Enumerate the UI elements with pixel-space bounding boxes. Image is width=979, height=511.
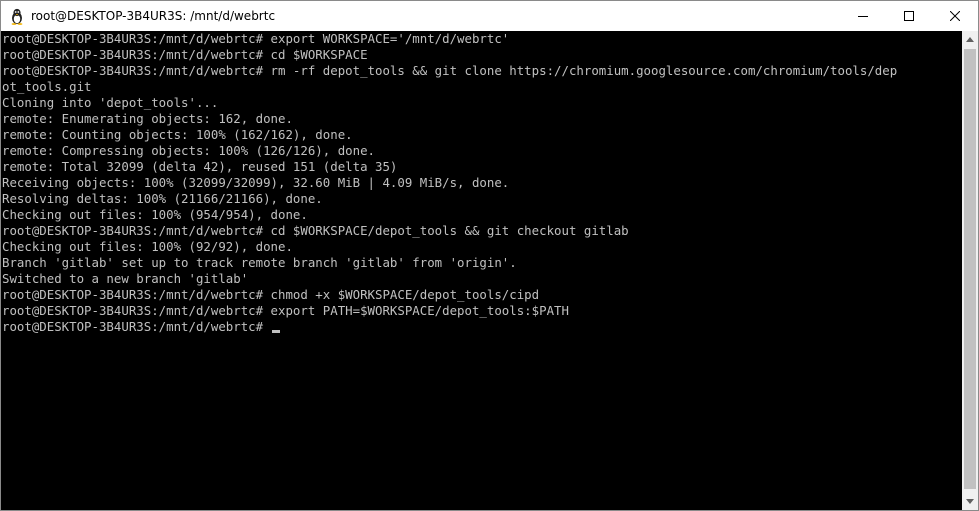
window-title: root@DESKTOP-3B4UR3S: /mnt/d/webrtc (31, 9, 276, 23)
chevron-up-icon (966, 37, 974, 42)
maximize-icon (904, 11, 914, 21)
minimize-button[interactable] (840, 1, 886, 31)
terminal-line: remote: Total 32099 (delta 42), reused 1… (2, 159, 398, 174)
maximize-button[interactable] (886, 1, 932, 31)
terminal-line: root@DESKTOP-3B4UR3S:/mnt/d/webrtc# rm -… (2, 63, 898, 78)
terminal-line: Checking out files: 100% (92/92), done. (2, 239, 293, 254)
terminal-line: Branch 'gitlab' set up to track remote b… (2, 255, 517, 270)
terminal-line: Switched to a new branch 'gitlab' (2, 271, 249, 286)
scroll-thumb[interactable] (964, 49, 976, 489)
current-prompt: root@DESKTOP-3B4UR3S:/mnt/d/webrtc# (2, 319, 271, 334)
terminal-line: root@DESKTOP-3B4UR3S:/mnt/d/webrtc# expo… (2, 303, 569, 318)
title-bar[interactable]: root@DESKTOP-3B4UR3S: /mnt/d/webrtc (1, 1, 978, 31)
terminal-line: Checking out files: 100% (954/954), done… (2, 207, 308, 222)
scroll-down-button[interactable] (962, 493, 978, 510)
terminal-line: ot_tools.git (2, 79, 92, 94)
terminal-window: root@DESKTOP-3B4UR3S: /mnt/d/webrtc root… (0, 0, 979, 511)
terminal-line: root@DESKTOP-3B4UR3S:/mnt/d/webrtc# cd $… (2, 47, 368, 62)
terminal-line: Receiving objects: 100% (32099/32099), 3… (2, 175, 510, 190)
terminal-line: root@DESKTOP-3B4UR3S:/mnt/d/webrtc# expo… (2, 31, 510, 46)
terminal-prompt-line[interactable]: root@DESKTOP-3B4UR3S:/mnt/d/webrtc# (1, 319, 963, 335)
chevron-down-icon (966, 499, 974, 504)
terminal-line: remote: Counting objects: 100% (162/162)… (2, 127, 353, 142)
close-button[interactable] (932, 1, 978, 31)
linux-tux-icon (9, 7, 25, 25)
terminal-line: root@DESKTOP-3B4UR3S:/mnt/d/webrtc# chmo… (2, 287, 540, 302)
text-cursor (271, 330, 280, 333)
terminal-line: remote: Enumerating objects: 162, done. (2, 111, 293, 126)
terminal-line: Resolving deltas: 100% (21166/21166), do… (2, 191, 323, 206)
vertical-scrollbar[interactable] (962, 31, 978, 510)
minimize-icon (858, 16, 868, 17)
terminal-line: remote: Compressing objects: 100% (126/1… (2, 143, 375, 158)
terminal-line: root@DESKTOP-3B4UR3S:/mnt/d/webrtc# cd $… (2, 223, 629, 238)
terminal-line: Cloning into 'depot_tools'... (2, 95, 219, 110)
close-icon (950, 11, 960, 21)
terminal-output[interactable]: root@DESKTOP-3B4UR3S:/mnt/d/webrtc# expo… (1, 31, 963, 510)
scroll-up-button[interactable] (962, 31, 978, 48)
